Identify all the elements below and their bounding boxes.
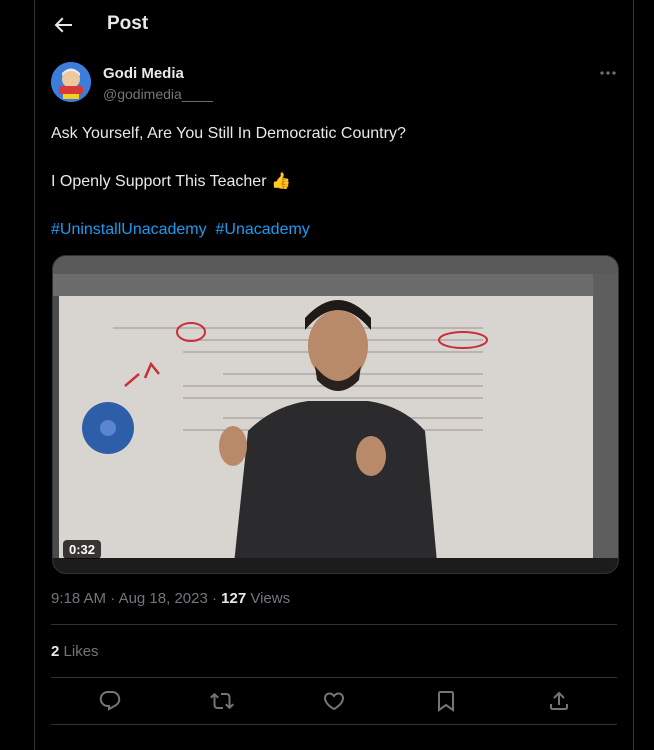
likes-label: Likes <box>63 643 99 660</box>
avatar-image <box>51 62 91 102</box>
hashtag-unacademy[interactable]: #Unacademy <box>216 221 310 238</box>
likes-count: 2 <box>51 643 60 660</box>
views-count: 127 <box>221 590 247 607</box>
avatar[interactable] <box>51 62 91 102</box>
thumbs-up-emoji: 👍 <box>270 173 291 190</box>
reply-icon[interactable] <box>98 689 122 713</box>
post-header: Post <box>35 0 633 50</box>
views-label: Views <box>250 590 291 607</box>
hashtag-uninstall-unacademy[interactable]: #UninstallUnacademy <box>51 221 207 238</box>
video-player[interactable]: 0:32 <box>52 255 619 574</box>
likes-link[interactable]: 2 Likes <box>51 643 99 660</box>
post-time[interactable]: 9:18 AM <box>51 590 106 607</box>
bookmark-icon[interactable] <box>434 689 458 713</box>
tweet-line-2-text: I Openly Support This Teacher <box>51 173 267 190</box>
post-date[interactable]: Aug 18, 2023 <box>119 590 208 607</box>
action-bar <box>35 682 633 720</box>
back-arrow-icon[interactable] <box>51 13 75 37</box>
more-icon[interactable] <box>597 64 619 82</box>
retweet-icon[interactable] <box>210 689 234 713</box>
tweet-line-1: Ask Yourself, Are You Still In Democrati… <box>51 125 406 142</box>
author-handle[interactable]: @godimedia____ <box>103 86 213 102</box>
divider <box>51 724 617 725</box>
divider <box>51 624 617 625</box>
like-icon[interactable] <box>322 689 346 713</box>
post-meta: 9:18 AM · Aug 18, 2023 · 127 Views <box>51 590 291 607</box>
video-duration: 0:32 <box>63 540 102 559</box>
author-display-name[interactable]: Godi Media <box>103 65 184 82</box>
tweet-line-2: I Openly Support This Teacher 👍 <box>51 170 611 194</box>
share-icon[interactable] <box>547 689 571 713</box>
divider <box>51 677 617 678</box>
page-title: Post <box>107 13 149 34</box>
post-column: Post Godi Media @godimedia____ Ask Yours… <box>34 0 634 750</box>
video-frame <box>53 256 618 573</box>
tweet-text: Ask Yourself, Are You Still In Democrati… <box>51 122 611 242</box>
hashtag-line: #UninstallUnacademy #Unacademy <box>51 218 611 242</box>
